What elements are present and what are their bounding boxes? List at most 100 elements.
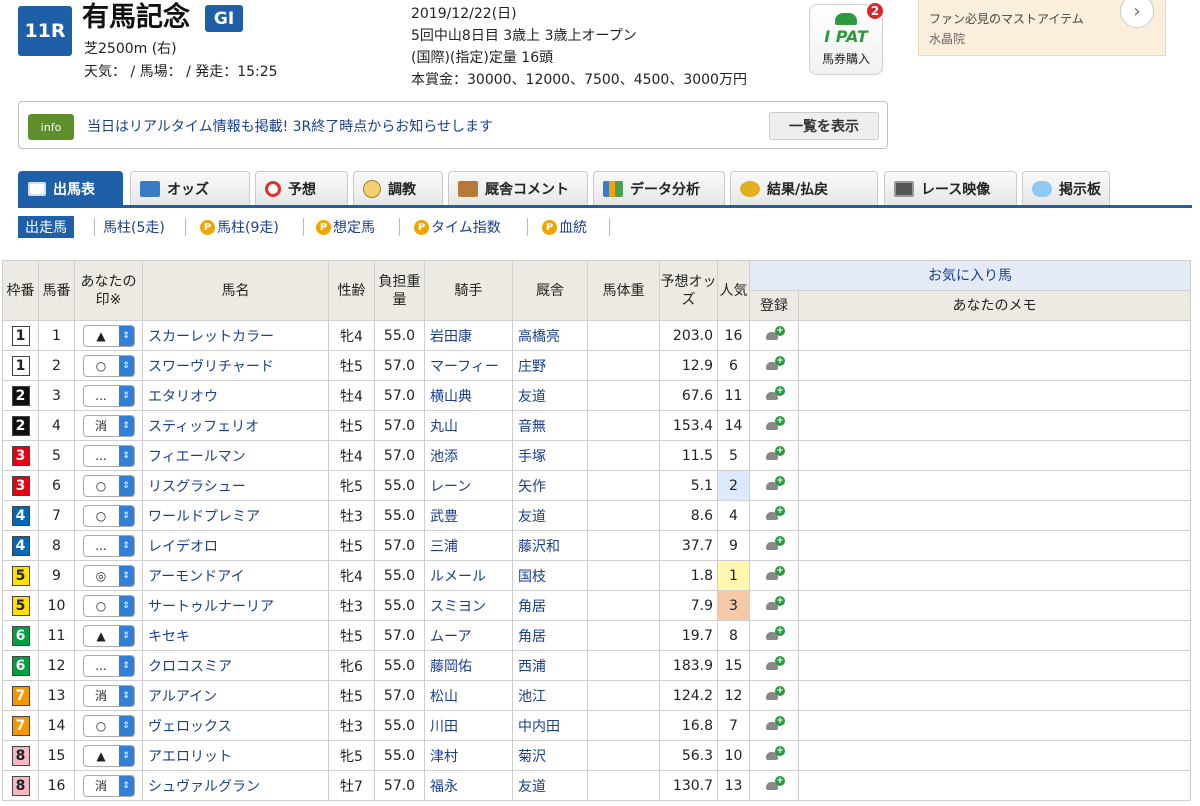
trainer-link[interactable]: 国枝	[512, 560, 588, 591]
horse-name-link[interactable]: アエロリット	[142, 740, 329, 771]
memo-cell[interactable]	[798, 770, 1191, 801]
trainer-link[interactable]: 高橋亮	[512, 320, 588, 351]
mark-select[interactable]: ... ⇕	[82, 444, 135, 467]
add-favorite-horse-icon[interactable]: +	[764, 475, 785, 492]
horse-name-link[interactable]: レイデオロ	[142, 530, 329, 561]
memo-cell[interactable]	[798, 620, 1191, 651]
subnav-pedigree[interactable]: P 血統	[542, 216, 587, 238]
trainer-link[interactable]: 西浦	[512, 650, 588, 681]
mark-select[interactable]: 消 ⇕	[82, 774, 135, 797]
jockey-link[interactable]: 武豊	[424, 500, 513, 531]
add-favorite-horse-icon[interactable]: +	[764, 655, 785, 672]
horse-name-link[interactable]: ヴェロックス	[142, 710, 329, 741]
horse-name-link[interactable]: スカーレットカラー	[142, 320, 329, 351]
tab-stable-comment[interactable]: 厩舎コメント	[448, 171, 588, 206]
jockey-link[interactable]: マーフィー	[424, 350, 513, 381]
jockey-link[interactable]: 津村	[424, 740, 513, 771]
tab-training[interactable]: 調教	[353, 171, 443, 206]
jockey-link[interactable]: スミヨン	[424, 590, 513, 621]
mark-select[interactable]: 消 ⇕	[82, 414, 135, 437]
trainer-link[interactable]: 庄野	[512, 350, 588, 381]
horse-name-link[interactable]: リスグラシュー	[142, 470, 329, 501]
tab-data-analysis[interactable]: データ分析	[593, 171, 725, 206]
subnav-time-index[interactable]: P タイム指数	[414, 216, 501, 238]
jockey-link[interactable]: 松山	[424, 680, 513, 711]
jockey-link[interactable]: 丸山	[424, 410, 513, 441]
memo-cell[interactable]	[798, 440, 1191, 471]
trainer-link[interactable]: 音無	[512, 410, 588, 441]
memo-cell[interactable]	[798, 740, 1191, 771]
memo-cell[interactable]	[798, 560, 1191, 591]
memo-cell[interactable]	[798, 680, 1191, 711]
add-favorite-horse-icon[interactable]: +	[764, 775, 785, 792]
add-favorite-horse-icon[interactable]: +	[764, 685, 785, 702]
trainer-link[interactable]: 友道	[512, 380, 588, 411]
mark-select[interactable]: ▲ ⇕	[82, 744, 135, 767]
add-favorite-horse-icon[interactable]: +	[764, 595, 785, 612]
trainer-link[interactable]: 中内田	[512, 710, 588, 741]
trainer-link[interactable]: 藤沢和	[512, 530, 588, 561]
horse-name-link[interactable]: シュヴァルグラン	[142, 770, 329, 801]
mark-select[interactable]: ○ ⇕	[82, 354, 135, 377]
memo-cell[interactable]	[798, 650, 1191, 681]
trainer-link[interactable]: 池江	[512, 680, 588, 711]
memo-cell[interactable]	[798, 410, 1191, 441]
mark-select[interactable]: ○ ⇕	[82, 594, 135, 617]
memo-cell[interactable]	[798, 380, 1191, 411]
add-favorite-horse-icon[interactable]: +	[764, 535, 785, 552]
horse-name-link[interactable]: アルアイン	[142, 680, 329, 711]
add-favorite-horse-icon[interactable]: +	[764, 325, 785, 342]
subnav-expected[interactable]: P 想定馬	[316, 216, 375, 238]
horse-name-link[interactable]: ワールドプレミア	[142, 500, 329, 531]
horse-name-link[interactable]: スワーヴリチャード	[142, 350, 329, 381]
memo-cell[interactable]	[798, 530, 1191, 561]
tab-board[interactable]: 掲示板	[1022, 171, 1110, 206]
add-favorite-horse-icon[interactable]: +	[764, 745, 785, 762]
jockey-link[interactable]: 池添	[424, 440, 513, 471]
trainer-link[interactable]: 友道	[512, 500, 588, 531]
mark-select[interactable]: ▲ ⇕	[82, 324, 135, 347]
mark-select[interactable]: ◎ ⇕	[82, 564, 135, 587]
memo-cell[interactable]	[798, 710, 1191, 741]
horse-name-link[interactable]: キセキ	[142, 620, 329, 651]
show-list-button[interactable]: 一覧を表示	[769, 112, 879, 140]
trainer-link[interactable]: 菊沢	[512, 740, 588, 771]
horse-name-link[interactable]: スティッフェリオ	[142, 410, 329, 441]
mark-select[interactable]: ▲ ⇕	[82, 624, 135, 647]
memo-cell[interactable]	[798, 350, 1191, 381]
tab-prediction[interactable]: 予想	[255, 171, 348, 206]
jockey-link[interactable]: 福永	[424, 770, 513, 801]
subnav-past5[interactable]: 馬柱(5走)	[103, 216, 165, 238]
add-favorite-horse-icon[interactable]: +	[764, 445, 785, 462]
mark-select[interactable]: ○ ⇕	[82, 714, 135, 737]
tab-race-card[interactable]: 出馬表	[18, 171, 123, 206]
memo-cell[interactable]	[798, 470, 1191, 501]
jockey-link[interactable]: 藤岡佑	[424, 650, 513, 681]
horse-name-link[interactable]: エタリオウ	[142, 380, 329, 411]
mark-select[interactable]: ○ ⇕	[82, 504, 135, 527]
trainer-link[interactable]: 角居	[512, 620, 588, 651]
tab-odds[interactable]: オッズ	[130, 171, 250, 206]
jockey-link[interactable]: 三浦	[424, 530, 513, 561]
horse-name-link[interactable]: クロコスミア	[142, 650, 329, 681]
trainer-link[interactable]: 角居	[512, 590, 588, 621]
add-favorite-horse-icon[interactable]: +	[764, 385, 785, 402]
tab-results[interactable]: 結果/払戻	[730, 171, 878, 206]
memo-cell[interactable]	[798, 500, 1191, 531]
notice-text[interactable]: 当日はリアルタイム情報も掲載! 3R終了時点からお知らせします	[87, 116, 493, 136]
memo-cell[interactable]	[798, 590, 1191, 621]
jockey-link[interactable]: ムーア	[424, 620, 513, 651]
mark-select[interactable]: ... ⇕	[82, 654, 135, 677]
jockey-link[interactable]: 横山典	[424, 380, 513, 411]
add-favorite-horse-icon[interactable]: +	[764, 715, 785, 732]
horse-name-link[interactable]: フィエールマン	[142, 440, 329, 471]
add-favorite-horse-icon[interactable]: +	[764, 355, 785, 372]
add-favorite-horse-icon[interactable]: +	[764, 505, 785, 522]
memo-cell[interactable]	[798, 320, 1191, 351]
horse-name-link[interactable]: サートゥルナーリア	[142, 590, 329, 621]
horse-name-link[interactable]: アーモンドアイ	[142, 560, 329, 591]
mark-select[interactable]: ○ ⇕	[82, 474, 135, 497]
subnav-entries[interactable]: 出走馬	[18, 216, 74, 238]
mark-select[interactable]: 消 ⇕	[82, 684, 135, 707]
jockey-link[interactable]: レーン	[424, 470, 513, 501]
